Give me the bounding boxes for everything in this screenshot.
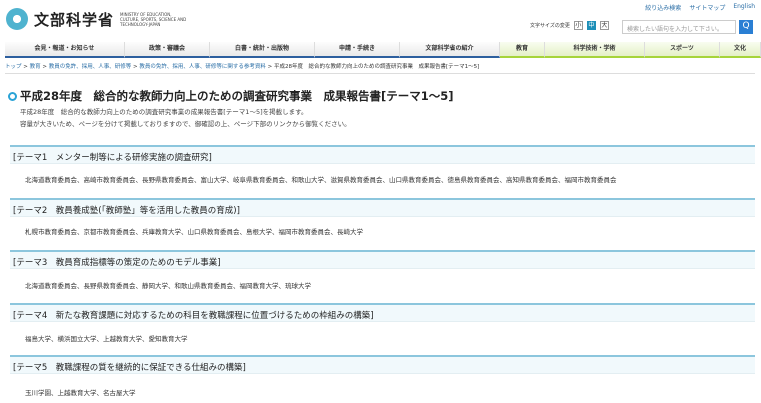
font-size-large[interactable]: 大 [599, 21, 609, 30]
link-filter-search[interactable]: 絞り込み検索 [645, 3, 681, 12]
breadcrumb-sep: > [40, 64, 49, 70]
breadcrumb-sep: > [265, 64, 274, 70]
top-links: 絞り込み検索 サイトマップ English [645, 3, 755, 12]
breadcrumb-link[interactable]: 教員の免許、採用、人事、研修等に関する参考資料 [139, 64, 266, 70]
font-size-label: 文字サイズの変更 [530, 23, 570, 29]
nav-education[interactable]: 教育 [500, 42, 545, 58]
section-heading: [テーマ2 教員養成塾(「教師塾」等を活用した教員の育成)] [10, 198, 755, 217]
search-input[interactable]: 検索したい語句を入力して下さい。 [622, 20, 736, 34]
page-title-text: 平成28年度 総合的な教師力向上のための調査研究事業 成果報告書[テーマ1～5] [20, 89, 454, 103]
logo-name: 文部科学省 [34, 10, 115, 29]
divider [5, 73, 755, 74]
global-nav: 会見・報道・お知らせ 政策・審議会 白書・統計・出版物 申請・手続き 文部科学省… [5, 42, 761, 58]
bullet-icon [8, 91, 17, 101]
search-icon: Q [742, 21, 750, 31]
section-heading: [テーマ3 教員育成指標等の策定のためのモデル事業] [10, 250, 755, 269]
nav-policy[interactable]: 政策・審議会 [125, 42, 210, 58]
nav-culture[interactable]: 文化 [720, 42, 761, 58]
nav-press[interactable]: 会見・報道・お知らせ [5, 42, 125, 58]
intro-text: 容量が大きいため、ページを分けて掲載しておりますので、御確認の上、ページ下部のリ… [20, 120, 351, 128]
section-heading: [テーマ1 メンター制等による研修実施の調査研究] [10, 145, 755, 164]
breadcrumb-current: 平成28年度 総合的な教師力向上のための調査研究事業 成果報告書[テーマ1～5] [274, 64, 480, 70]
intro-text: 平成28年度 総合的な教師力向上のための調査研究事業の成果報告書[テーマ1～5]… [20, 108, 308, 116]
font-size-small[interactable]: 小 [573, 21, 583, 30]
link-english[interactable]: English [733, 3, 755, 12]
breadcrumb-link[interactable]: トップ [5, 64, 22, 70]
breadcrumb-sep: > [21, 64, 30, 70]
nav-publications[interactable]: 白書・統計・出版物 [210, 42, 315, 58]
breadcrumb-link[interactable]: 教育 [30, 64, 41, 70]
section-body: 北海道教育委員会、高崎市教育委員会、長野県教育委員会、富山大学、岐阜県教育委員会… [25, 176, 617, 184]
logo-mark-icon [6, 8, 28, 30]
breadcrumb-link[interactable]: 教員の免許、採用、人事、研修等 [49, 64, 132, 70]
search-button[interactable]: Q [739, 20, 753, 34]
logo[interactable]: 文部科学省 MINISTRY OF EDUCATION, CULTURE, SP… [6, 8, 190, 30]
nav-about[interactable]: 文部科学省の紹介 [400, 42, 500, 58]
section-body: 福島大学、横浜国立大学、上越教育大学、愛知教育大学 [25, 335, 188, 343]
breadcrumb: トップ > 教育 > 教員の免許、採用、人事、研修等 > 教員の免許、採用、人事… [5, 62, 479, 70]
section-body: 札幌市教育委員会、京都市教育委員会、兵庫教育大学、山口県教育委員会、島根大学、福… [25, 228, 363, 236]
logo-english: MINISTRY OF EDUCATION, CULTURE, SPORTS, … [120, 11, 187, 27]
section-body: 玉川学園、上越教育大学、名古屋大学 [25, 389, 136, 397]
section-heading: [テーマ5 教職課程の質を継続的に保証できる仕組みの構築] [10, 355, 755, 374]
link-sitemap[interactable]: サイトマップ [689, 3, 725, 12]
section-heading: [テーマ4 新たな教育課題に対応するための科目を教職課程に位置づけるための枠組み… [10, 303, 755, 322]
font-size-control: 文字サイズの変更 小 中 大 [530, 21, 609, 30]
nav-science[interactable]: 科学技術・学術 [545, 42, 645, 58]
nav-sports[interactable]: スポーツ [645, 42, 720, 58]
nav-applications[interactable]: 申請・手続き [315, 42, 400, 58]
font-size-medium[interactable]: 中 [586, 21, 596, 30]
page-title: 平成28年度 総合的な教師力向上のための調査研究事業 成果報告書[テーマ1～5] [8, 88, 454, 104]
section-body: 北海道教育委員会、長野県教育委員会、静岡大学、和歌山県教育委員会、福岡教育大学、… [25, 282, 311, 290]
